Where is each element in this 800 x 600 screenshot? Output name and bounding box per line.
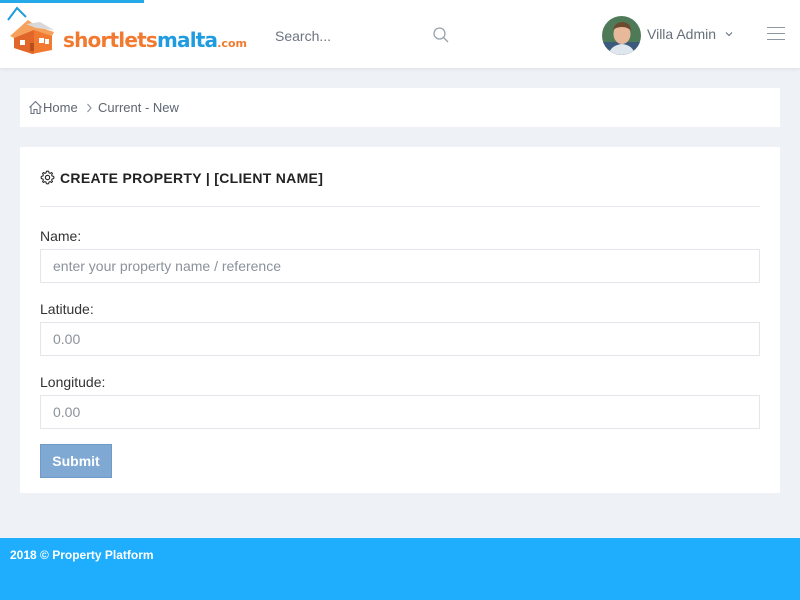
breadcrumb: Home Current - New bbox=[20, 88, 780, 127]
latitude-input[interactable] bbox=[40, 322, 760, 356]
house-logo-icon bbox=[7, 6, 54, 54]
top-header: shortletsmalta.com Villa Admin bbox=[0, 0, 800, 68]
chevron-right-icon bbox=[87, 103, 92, 113]
submit-button[interactable]: Submit bbox=[40, 444, 112, 478]
longitude-input[interactable] bbox=[40, 395, 760, 429]
footer: 2018 © Property Platform bbox=[0, 538, 800, 600]
logo-wordmark: shortletsmalta.com bbox=[63, 28, 247, 52]
name-label: Name: bbox=[40, 228, 82, 244]
hamburger-menu-icon[interactable] bbox=[767, 27, 785, 41]
card-header: CREATE PROPERTY | [CLIENT NAME] bbox=[40, 170, 760, 190]
home-icon bbox=[29, 100, 42, 115]
search-bar bbox=[275, 26, 455, 46]
chevron-down-icon[interactable] bbox=[724, 29, 734, 39]
page-title: CREATE PROPERTY | [CLIENT NAME] bbox=[60, 170, 324, 186]
create-property-card: CREATE PROPERTY | [CLIENT NAME] Name: La… bbox=[20, 147, 780, 493]
divider bbox=[40, 206, 760, 207]
footer-copyright: 2018 © Property Platform bbox=[10, 548, 154, 562]
site-logo[interactable]: shortletsmalta.com bbox=[6, 6, 247, 58]
search-icon[interactable] bbox=[432, 26, 450, 44]
gear-icon bbox=[40, 170, 55, 185]
latitude-label: Latitude: bbox=[40, 301, 94, 317]
longitude-label: Longitude: bbox=[40, 374, 106, 390]
loading-bar bbox=[0, 0, 144, 3]
name-input[interactable] bbox=[40, 249, 760, 283]
user-name[interactable]: Villa Admin bbox=[647, 26, 716, 42]
search-input[interactable] bbox=[275, 26, 425, 46]
breadcrumb-home-link[interactable]: Home bbox=[43, 100, 78, 115]
breadcrumb-current: Current - New bbox=[98, 100, 179, 115]
user-avatar[interactable] bbox=[602, 16, 641, 55]
